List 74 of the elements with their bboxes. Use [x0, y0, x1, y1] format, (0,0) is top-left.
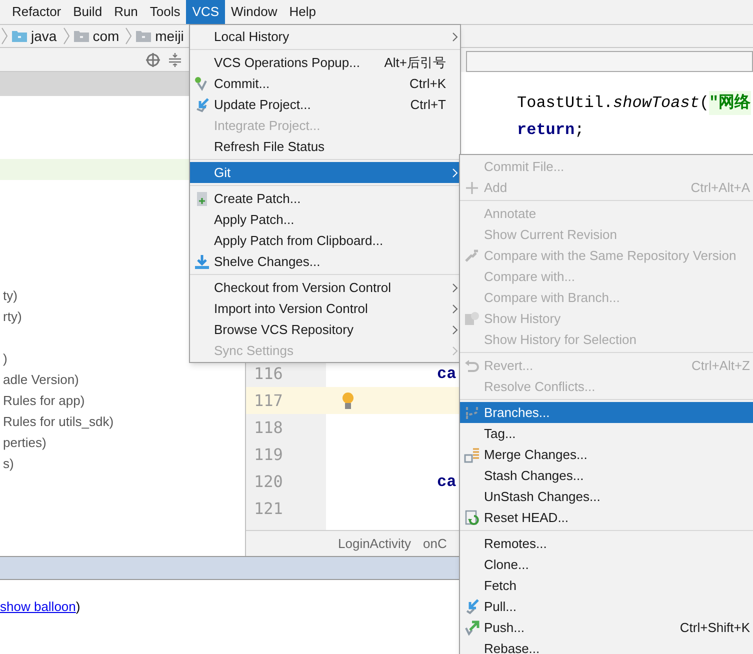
tree-row[interactable]: adle Version) — [0, 369, 245, 390]
menu-item[interactable]: Merge Changes... — [460, 444, 753, 465]
line-number: 121 — [253, 498, 284, 520]
breadcrumb-item[interactable]: LoginActivity — [338, 534, 411, 554]
line-number: 120 — [253, 470, 284, 492]
menu-item[interactable]: VCS Operations Popup... Alt+后引号 — [190, 52, 460, 73]
menu-item[interactable]: Fetch — [460, 575, 753, 596]
menu-item[interactable]: Import into Version Control — [190, 298, 460, 319]
menu-item[interactable]: Local History — [190, 26, 460, 47]
menu-item[interactable]: Remotes... — [460, 533, 753, 554]
line-number: 118 — [253, 416, 284, 438]
code-line: ToastUtil.showToast("网络 — [517, 89, 753, 116]
tree-row[interactable]: s) — [0, 453, 245, 474]
breadcrumb-item[interactable]: onC — [422, 534, 447, 554]
menu-item[interactable]: Commit... Ctrl+K — [190, 73, 460, 94]
arrow-icon — [464, 620, 480, 636]
menu-item[interactable]: Checkout from Version Control — [190, 277, 460, 298]
line-number: 116 — [253, 362, 284, 384]
folder-icon — [12, 30, 27, 42]
chevron-right-icon — [62, 27, 70, 45]
history-icon — [464, 310, 480, 326]
chevron-right-icon — [1, 27, 8, 45]
collapse-icon[interactable] — [168, 52, 182, 66]
menu-item[interactable]: Create Patch... — [190, 188, 460, 209]
download-tray-icon — [194, 254, 210, 270]
menu-item[interactable]: Apply Patch from Clipboard... — [190, 230, 460, 251]
menu-bar-item[interactable]: Window — [225, 0, 284, 24]
menu-item[interactable]: Refresh File Status — [190, 136, 460, 157]
tree-row[interactable]: perties) — [0, 432, 245, 453]
breadcrumb-item[interactable]: meiji — [155, 26, 186, 46]
menu-bar-item[interactable]: Help — [283, 0, 322, 24]
breadcrumb-item[interactable]: java — [31, 26, 59, 46]
menu-item[interactable]: Update Project... Ctrl+T — [190, 94, 460, 115]
branch-icon — [464, 404, 480, 420]
menu-item[interactable]: Shelve Changes... — [190, 251, 460, 272]
code-keyword: ca — [437, 472, 456, 492]
folder-icon — [74, 30, 89, 42]
document-plus-icon — [194, 190, 210, 206]
merge-icon — [464, 446, 480, 462]
menu-bar-item[interactable]: Run — [108, 0, 144, 24]
code-line: return; — [517, 120, 586, 140]
breadcrumb-item[interactable]: com — [92, 26, 122, 46]
line-number: 119 — [253, 444, 284, 466]
menu-item[interactable]: Browse VCS Repository — [190, 319, 460, 340]
menu-item[interactable]: Apply Patch... — [190, 209, 460, 230]
line-number: 117 — [253, 390, 284, 412]
menu-item[interactable]: Pull... — [460, 596, 753, 617]
menu-bar-item[interactable]: Refactor — [6, 0, 68, 24]
tree-row[interactable]: Rules for utils_sdk) — [0, 411, 245, 432]
code-keyword: ca — [437, 364, 456, 384]
crosshair-icon[interactable] — [146, 52, 160, 66]
folder-icon — [136, 30, 152, 42]
arrow-icon — [464, 598, 480, 614]
plus-icon — [464, 180, 480, 196]
menu-item[interactable]: Stash Changes... — [460, 465, 753, 486]
revert-icon — [464, 358, 480, 374]
menu-bar-item[interactable]: Build — [67, 0, 108, 24]
arrow-icon — [194, 96, 210, 112]
menu-item[interactable]: Branches... — [460, 402, 753, 423]
lightbulb-icon[interactable] — [342, 392, 354, 410]
menu-item[interactable]: Clone... — [460, 554, 753, 575]
balloon-text: show balloon) — [0, 599, 80, 614]
arrows-icon — [464, 248, 480, 264]
menu-bar-item[interactable]: Tools — [144, 0, 186, 24]
menu-item[interactable]: Tag... — [460, 423, 753, 444]
menu-item[interactable]: Git — [190, 162, 460, 183]
tree-row[interactable]: Rules for app) — [0, 390, 245, 411]
chevron-right-icon — [125, 27, 132, 45]
show-balloon-link[interactable]: show balloon — [0, 599, 76, 614]
menu-item[interactable]: Push... Ctrl+Shift+K — [460, 617, 753, 638]
menu-item[interactable]: Rebase... — [460, 638, 753, 654]
menu-item[interactable]: UnStash Changes... — [460, 486, 753, 507]
menu-item[interactable]: Reset HEAD... — [460, 507, 753, 528]
menu-bar-item[interactable]: VCS — [186, 0, 226, 24]
